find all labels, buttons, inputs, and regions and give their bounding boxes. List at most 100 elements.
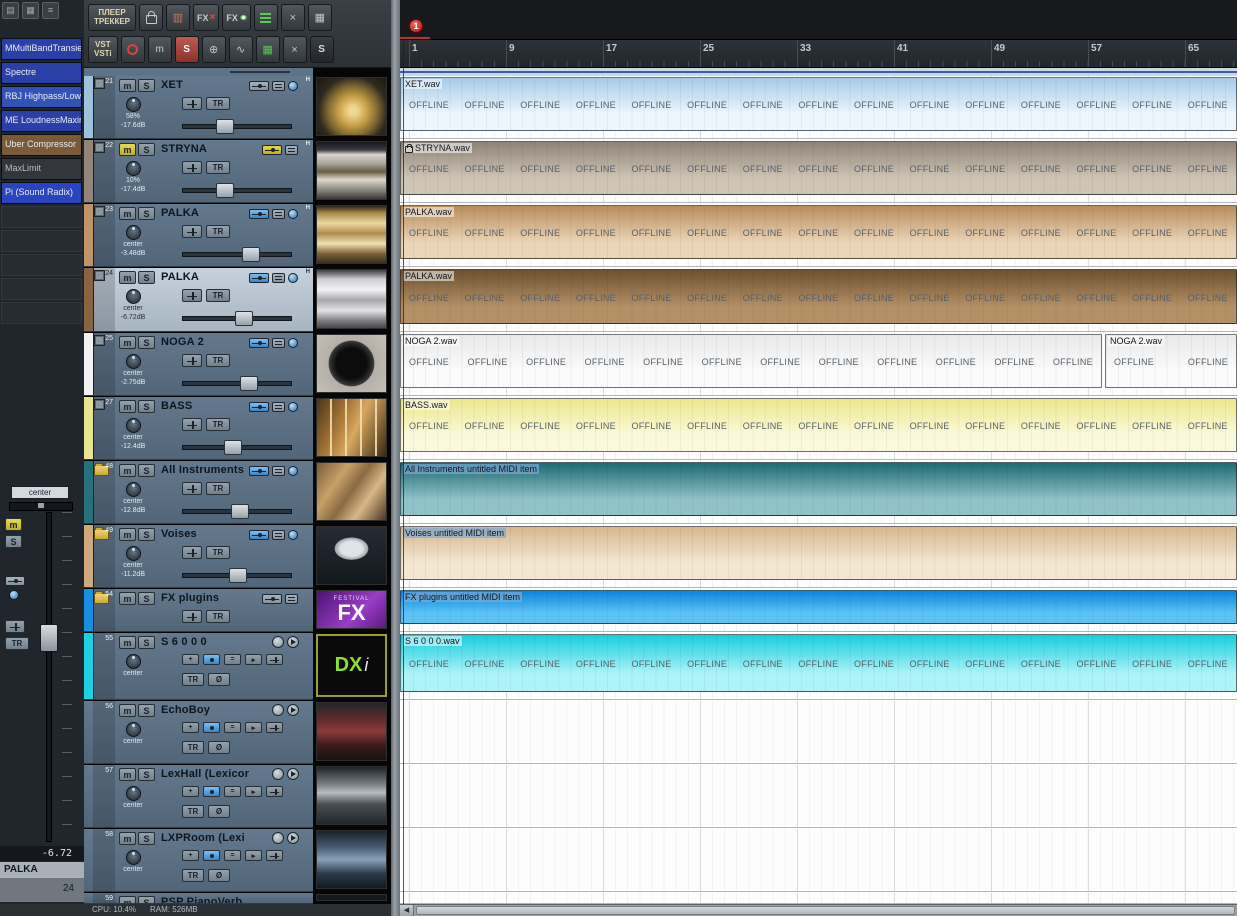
fader-icon-button[interactable] [182, 225, 202, 238]
mute-button[interactable]: m [119, 336, 136, 349]
pan-knob[interactable] [126, 161, 141, 176]
envelope-button[interactable]: = [224, 850, 241, 861]
master-monitor-button[interactable] [9, 590, 19, 600]
mute-button[interactable]: m [119, 636, 136, 649]
envelope-button[interactable]: = [224, 786, 241, 797]
fader-handle[interactable] [215, 119, 234, 134]
monitor-button[interactable] [288, 273, 298, 283]
routing-button[interactable] [203, 722, 220, 733]
arrange-lane-59[interactable] [400, 893, 1237, 904]
envelope-button[interactable]: = [224, 722, 241, 733]
mute-button[interactable]: m [119, 143, 136, 156]
routing-button[interactable] [262, 594, 282, 604]
master-fx-slot[interactable]: MaxLimit [1, 158, 82, 180]
tr-button[interactable]: TR [206, 354, 230, 367]
media-item[interactable]: Voises untitled MIDI item [400, 526, 1237, 580]
mute-button[interactable]: m [119, 896, 136, 903]
envelope-button[interactable]: ∿ [228, 36, 253, 63]
fader-icon-button[interactable] [182, 418, 202, 431]
routing-button[interactable] [249, 338, 269, 348]
master-fx-slot[interactable]: Pi (Sound Radix) [1, 182, 82, 204]
pan-knob[interactable] [126, 546, 141, 561]
volume-fader[interactable] [182, 118, 292, 134]
add-fx-button[interactable]: + [182, 786, 199, 797]
arrange-lane-21[interactable]: XET.wav OFFLINE OFFLINE OFFLINE OFFLINE OFFLI… [400, 76, 1237, 139]
fx-bypass-button[interactable]: FX × [193, 4, 220, 31]
tr-button[interactable]: TR [206, 418, 230, 431]
tr-button[interactable]: TR [206, 97, 230, 110]
media-item[interactable]: XET.wav OFFLINE OFFLINE OFFLINE OFFLINE OFFLI… [400, 77, 1237, 131]
fader-icon-button[interactable] [266, 786, 283, 797]
media-item[interactable]: BASS.wav OFFLINE OFFLINE OFFLINE OFFLINE OFFL… [400, 398, 1237, 452]
track-panel-row-24[interactable]: 24 m S PALKA Hcenter -6.72dB TR [84, 268, 313, 332]
display-icon[interactable]: ▦ [22, 2, 39, 19]
fader-handle[interactable] [229, 568, 247, 583]
solo-button[interactable]: S [138, 336, 155, 349]
master-fader-handle[interactable] [40, 624, 58, 652]
scroll-left-arrow-icon[interactable]: ◀ [400, 905, 414, 916]
solo-button[interactable]: S [138, 143, 155, 156]
track-panel-row-54[interactable]: 54 m S FX plugins TR [84, 589, 313, 632]
track-state-icon[interactable] [94, 335, 105, 346]
routing-button[interactable] [249, 81, 269, 91]
solo-button[interactable]: S [138, 207, 155, 220]
mute-button[interactable]: m [119, 400, 136, 413]
arrange-lane-23[interactable]: PALKA.wav OFFLINE OFFLINE OFFLINE OFFLINE OFF… [400, 204, 1237, 267]
phase-button[interactable]: Ø [208, 869, 230, 882]
phase-button[interactable]: Ø [208, 805, 230, 818]
loop-bar[interactable] [400, 68, 1237, 76]
arrange-lane-57[interactable] [400, 765, 1237, 828]
routing-button[interactable] [203, 654, 220, 665]
arrange-lane-58[interactable] [400, 829, 1237, 892]
arrange-lane-27[interactable]: BASS.wav OFFLINE OFFLINE OFFLINE OFFLINE OFFL… [400, 397, 1237, 460]
close-tool-button[interactable]: × [282, 36, 307, 63]
panel-arrange-splitter[interactable] [391, 0, 400, 916]
track-panel-row-48[interactable]: 48 m S All Instruments center -12.8dB TR [84, 461, 313, 524]
phase-button[interactable]: Ø [208, 741, 230, 754]
master-fx-slot[interactable]: Spectre [1, 62, 82, 84]
volume-fader[interactable] [182, 310, 292, 326]
fader-icon-button[interactable] [182, 354, 202, 367]
fader-handle[interactable] [223, 440, 242, 455]
media-item[interactable]: STRYNA.wav OFFLINE OFFLINE OFFLINE OFFLINE OF… [400, 141, 1237, 195]
master-pan-display[interactable]: center [11, 486, 69, 499]
fader-handle[interactable] [215, 183, 234, 198]
pan-knob[interactable] [126, 225, 141, 240]
routing-button[interactable] [249, 466, 269, 476]
monitor-button[interactable] [288, 530, 298, 540]
track-panel-row-21[interactable]: 21 m S XET H 58% -17.6dB TR [84, 76, 313, 139]
media-item[interactable]: All Instruments untitled MIDI item [400, 462, 1237, 516]
track-state-icon[interactable] [94, 206, 105, 217]
arrange-lane-25[interactable]: NOGA 2.wav OFFLINE OFFLINE OFFLINE OFFLINE OF… [400, 333, 1237, 396]
tr-button[interactable]: TR [182, 673, 204, 686]
track-panel-row-57[interactable]: 57 m S LexHall (Lexicor center + = ▸ TR Ø [84, 765, 313, 828]
pan-knob[interactable] [126, 418, 141, 433]
routing-button[interactable] [262, 145, 282, 155]
track-panel-row-27[interactable]: 27 m S BASS center -12.4dB TR [84, 397, 313, 460]
mute-button[interactable]: m [119, 592, 136, 605]
track-panel-row-25[interactable]: 25 m S NOGA 2 center -2.75dB TR [84, 333, 313, 396]
track-panel-row-55[interactable]: 55 m S S 6 0 0 0 center + = ▸ TR Ø [84, 633, 313, 700]
envelope-button[interactable] [272, 273, 285, 283]
solo-button[interactable]: S [138, 271, 155, 284]
track-panel-row-59[interactable]: 59 m S PSP PianoVerb [84, 893, 313, 904]
routing-button[interactable] [249, 273, 269, 283]
arrange-lane-22[interactable]: STRYNA.wav OFFLINE OFFLINE OFFLINE OFFLINE OF… [400, 140, 1237, 203]
master-fx-slot[interactable]: Uber Compressor [1, 134, 82, 156]
master-fader-icon-button[interactable] [5, 620, 25, 633]
fader-icon-button[interactable] [182, 161, 202, 174]
add-fx-button[interactable]: + [182, 722, 199, 733]
monitor-button[interactable] [288, 81, 298, 91]
fx-enable-button[interactable] [272, 768, 284, 780]
track-panel-row-58[interactable]: 58 m S LXPRoom (Lexi center + = ▸ TR Ø [84, 829, 313, 892]
master-fx-slot[interactable]: MMultiBandTransie [1, 38, 82, 60]
lock-button[interactable] [139, 4, 163, 31]
arrange-lane-55[interactable]: S 6 0 0 0.wav OFFLINE OFFLINE OFFLINE OFFLIN… [400, 633, 1237, 700]
volume-fader[interactable] [182, 439, 292, 455]
arrange-lane-49[interactable]: Voises untitled MIDI item [400, 525, 1237, 588]
tr-button[interactable]: TR [206, 289, 230, 302]
pan-knob[interactable] [126, 354, 141, 369]
add-fx-button[interactable]: + [182, 654, 199, 665]
pan-knob[interactable] [126, 97, 141, 112]
track-state-icon[interactable] [94, 78, 105, 89]
